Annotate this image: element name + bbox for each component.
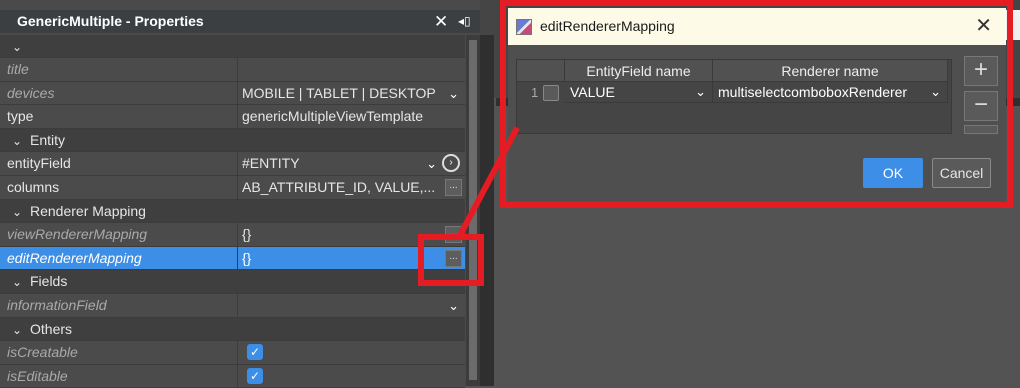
property-value[interactable]: #ENTITY ⌄ › xyxy=(237,152,465,175)
section-row[interactable]: ⌄ Others xyxy=(0,317,465,342)
property-row[interactable]: isCreatable ✓ xyxy=(0,341,465,365)
chevron-down-icon: ⌄ xyxy=(12,322,23,337)
section-row[interactable]: ⌄ Renderer Mapping xyxy=(0,199,465,224)
section-label: ⌄ Renderer Mapping xyxy=(12,200,240,223)
property-name: isCreatable xyxy=(7,344,78,361)
chevron-down-icon: ⌄ xyxy=(12,275,23,290)
property-value-text: AB_ATTRIBUTE_ID, VALUE,... xyxy=(242,178,436,195)
property-value[interactable]: ⌄ xyxy=(237,293,465,317)
section-title: Fields xyxy=(30,273,68,290)
pin-icon[interactable]: ◂▯ xyxy=(458,10,471,33)
chevron-down-icon[interactable]: ⌄ xyxy=(426,152,437,175)
chevron-down-icon[interactable]: ⌄ xyxy=(448,294,459,317)
property-name: type xyxy=(7,108,34,125)
property-row[interactable]: informationField ⌄ xyxy=(0,293,465,318)
section-title: Entity xyxy=(30,131,66,148)
section-title: Others xyxy=(30,320,73,337)
property-row[interactable]: title xyxy=(0,58,465,82)
property-value-text: MOBILE | TABLET | DESKTOP xyxy=(242,84,436,101)
section-label: ⌄ Entity xyxy=(12,129,240,152)
splitter[interactable] xyxy=(480,35,494,386)
property-name: entityField xyxy=(7,155,71,172)
properties-panel: GenericMultiple - Properties ✕ ◂▯ ⌄ titl… xyxy=(0,0,480,388)
section-title: Renderer Mapping xyxy=(30,202,146,219)
property-value-text: {} xyxy=(242,249,252,266)
checkbox[interactable]: ✓ xyxy=(247,367,263,384)
property-name: isEditable xyxy=(7,367,68,384)
property-value-text: genericMultipleViewTemplate xyxy=(242,108,424,125)
property-row[interactable]: devices MOBILE | TABLET | DESKTOP ⌄ xyxy=(0,81,465,106)
property-name: title xyxy=(7,61,29,77)
property-name: viewRendererMapping xyxy=(7,226,148,243)
section-row[interactable]: ⌄ Fields xyxy=(0,270,465,294)
section-chevron: ⌄ xyxy=(12,35,240,57)
property-value[interactable]: genericMultipleViewTemplate xyxy=(237,105,465,128)
property-value[interactable]: ✓ xyxy=(237,341,465,364)
property-name: columns xyxy=(7,178,60,195)
annotation-highlight-dialog xyxy=(500,0,1013,208)
section-label: ⌄ Others xyxy=(12,318,240,341)
annotation-highlight-button xyxy=(418,234,484,286)
chevron-down-icon: ⌄ xyxy=(12,204,23,219)
property-row[interactable]: editRendererMapping{}... xyxy=(0,246,465,271)
property-value[interactable]: AB_ATTRIBUTE_ID, VALUE,...... xyxy=(237,175,465,199)
navigate-icon[interactable]: › xyxy=(442,154,460,173)
section-label: ⌄ Fields xyxy=(12,270,240,293)
chevron-down-icon: ⌄ xyxy=(12,40,23,54)
property-row[interactable]: columns AB_ATTRIBUTE_ID, VALUE,...... xyxy=(0,175,465,200)
property-row[interactable]: entityField #ENTITY ⌄ › xyxy=(0,152,465,176)
property-row[interactable]: isEditable ✓ xyxy=(0,364,465,388)
property-value[interactable] xyxy=(237,58,465,81)
property-value-text: #ENTITY xyxy=(242,155,300,172)
property-row[interactable]: type genericMultipleViewTemplate xyxy=(0,105,465,129)
property-name: informationField xyxy=(7,296,107,313)
property-value[interactable]: MOBILE | TABLET | DESKTOP ⌄ xyxy=(237,81,465,105)
ellipsis-button[interactable]: ... xyxy=(445,178,462,196)
section-row[interactable]: ⌄ Entity xyxy=(0,128,465,153)
property-row[interactable]: viewRendererMapping{}... xyxy=(0,223,465,247)
panel-header: GenericMultiple - Properties ✕ ◂▯ xyxy=(0,10,480,33)
property-name: editRendererMapping xyxy=(7,249,142,266)
property-value[interactable]: ✓ xyxy=(237,364,465,388)
panel-title: GenericMultiple - Properties xyxy=(17,13,204,29)
close-icon[interactable]: ✕ xyxy=(434,10,448,33)
checkbox[interactable]: ✓ xyxy=(247,344,263,361)
property-value-text: {} xyxy=(242,226,252,243)
property-list: ⌄ title devices MOBILE | TABLET | DESKTOP ⌄… xyxy=(0,35,465,388)
property-name: devices xyxy=(7,84,55,101)
chevron-down-icon: ⌄ xyxy=(12,133,23,148)
chevron-down-icon[interactable]: ⌄ xyxy=(448,82,459,105)
section-row[interactable]: ⌄ xyxy=(0,35,465,58)
